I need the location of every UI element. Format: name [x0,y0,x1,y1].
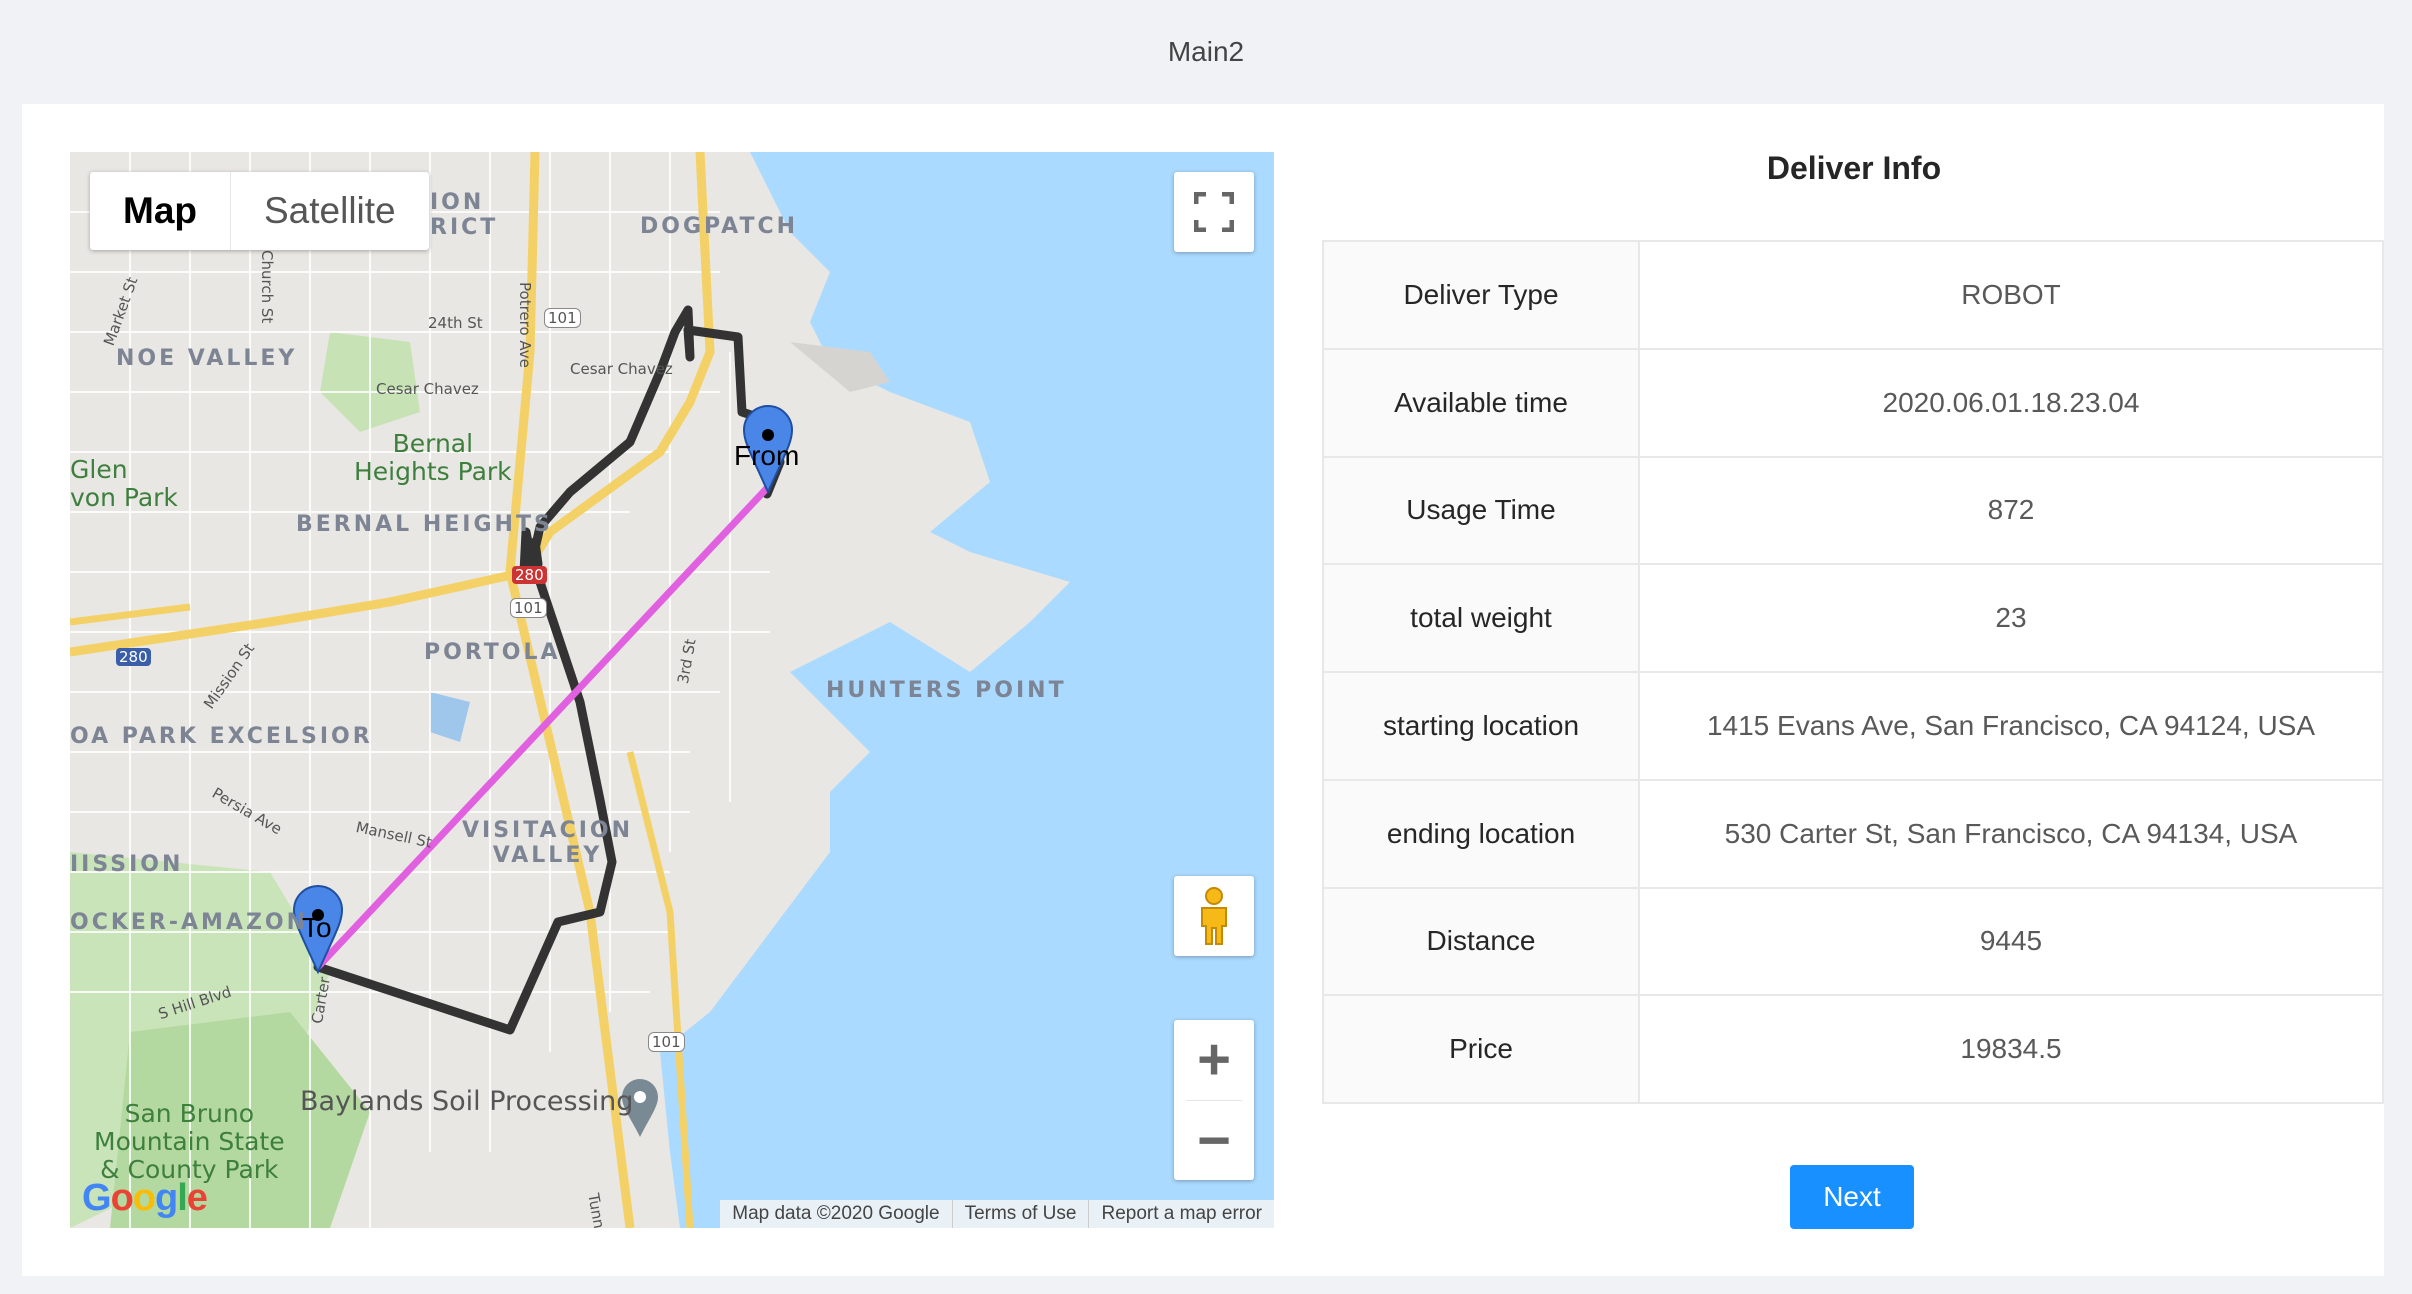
row-label: Distance [1322,886,1640,997]
row-label: Available time [1322,347,1640,458]
san-bruno-park-label: San Bruno Mountain State & County Park [94,1099,285,1184]
table-row: Distance 9445 [1322,886,2384,997]
deliver-info-title: Deliver Info [1766,150,1942,186]
row-value: 1415 Evans Ave, San Francisco, CA 94124,… [1638,671,2384,781]
table-row: starting location 1415 Evans Ave, San Fr… [1322,671,2384,781]
hwy-280-shield: 280 [512,566,547,584]
table-row: total weight 23 [1322,563,2384,673]
page-title: Main2 [1167,36,1245,67]
crocker-amazon-label: OCKER-AMAZON [70,910,309,935]
row-label: starting location [1322,671,1640,781]
street-cesar-chavez-w-label: Cesar Chavez [376,380,479,398]
row-value: 23 [1638,563,2384,673]
zoom-out-button[interactable]: − [1174,1101,1254,1181]
visitacion-valley-label: VISITACION VALLEY [462,818,634,868]
map-view[interactable]: ION RICT DOGPATCH NOE VALLEY Glen von Park… [70,152,1274,1228]
row-value: 19834.5 [1638,994,2384,1104]
to-marker-label: To [302,912,332,943]
row-value: 530 Carter St, San Francisco, CA 94134, … [1638,778,2384,889]
table-row: ending location 530 Carter St, San Franc… [1322,778,2384,889]
zoom-in-button[interactable]: + [1174,1020,1254,1100]
row-value: ROBOT [1638,240,2384,350]
table-row: Usage Time 872 [1322,455,2384,566]
hunters-point-label: HUNTERS POINT [826,678,1067,703]
table-row: Deliver Type ROBOT [1322,240,2384,350]
google-logo: Google [82,1177,208,1219]
fullscreen-button[interactable] [1174,172,1254,252]
map-attribution: Map data ©2020 Google Terms of Use Repor… [720,1200,1274,1228]
terms-of-use-link[interactable]: Terms of Use [951,1200,1089,1228]
dogpatch-label: DOGPATCH [640,214,799,239]
street-24th-label: 24th St [428,314,483,332]
noe-valley-label: NOE VALLEY [116,346,298,371]
hwy-101-shield: 101 [510,598,547,618]
glen-park-label: Glen von Park [70,455,178,512]
excelsior-label: OA PARK EXCELSIOR [70,724,373,749]
map-canvas[interactable] [70,152,1274,1228]
mission-district-label: ION RICT [430,190,499,240]
hwy-280-shield: 280 [116,648,151,666]
map-type-map-button[interactable]: Map [90,172,231,250]
report-map-error-link[interactable]: Report a map error [1088,1200,1274,1228]
portola-label: PORTOLA [424,640,561,665]
bernal-heights-park-label: Bernal Heights Park [354,429,512,486]
street-church-label: Church St [258,250,276,324]
row-value: 872 [1638,455,2384,566]
row-label: ending location [1322,778,1640,889]
table-row: Available time 2020.06.01.18.23.04 [1322,347,2384,458]
row-label: Price [1322,994,1640,1104]
row-value: 2020.06.01.18.23.04 [1638,347,2384,458]
row-label: Deliver Type [1322,240,1640,350]
baylands-label: Baylands Soil Processing [300,1086,634,1117]
table-row: Price 19834.5 [1322,994,2384,1104]
deliver-info-table: Deliver Type ROBOT Available time 2020.0… [1322,240,2384,1104]
street-view-pegman[interactable] [1174,876,1254,956]
map-type-control: Map Satellite [90,172,429,250]
bernal-heights-label: BERNAL HEIGHTS [296,512,553,537]
hwy-101-shield: 101 [648,1032,685,1052]
mission-label: IISSION [70,852,184,877]
pegman-icon [1201,887,1227,945]
next-button[interactable]: Next [1790,1165,1914,1229]
row-value: 9445 [1638,886,2384,997]
row-label: Usage Time [1322,455,1640,566]
street-cesar-chavez-e-label: Cesar Chavez [570,360,673,378]
map-data-text: Map data ©2020 Google [732,1203,940,1224]
zoom-control: + − [1174,1020,1254,1180]
map-type-satellite-button[interactable]: Satellite [231,172,429,250]
hwy-101-shield: 101 [544,308,581,328]
from-marker-label: From [734,440,800,471]
fullscreen-icon [1194,192,1234,232]
row-label: total weight [1322,563,1640,673]
street-potrero-label: Potrero Ave [516,282,534,368]
